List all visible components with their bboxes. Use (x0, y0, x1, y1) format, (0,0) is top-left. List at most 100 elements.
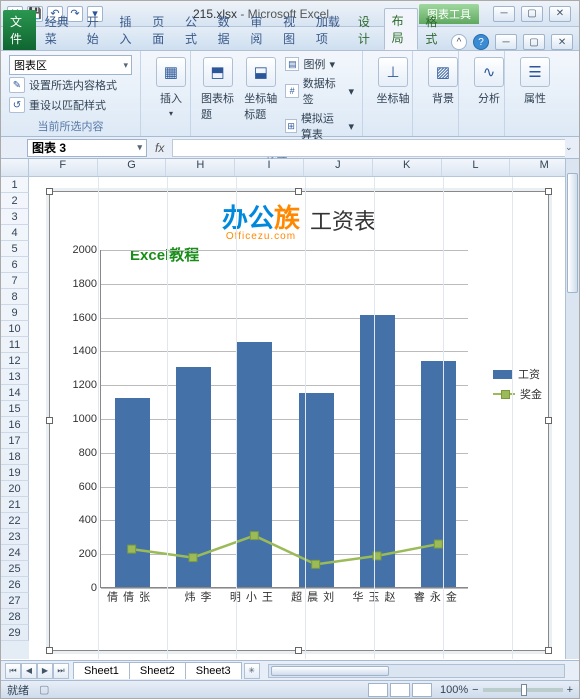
tab-data[interactable]: 数据 (211, 10, 244, 50)
tab-home[interactable]: 开始 (80, 10, 113, 50)
workbook-restore[interactable]: ▢ (523, 34, 545, 50)
row-header[interactable]: 7 (1, 273, 29, 289)
normal-view-button[interactable] (368, 683, 388, 697)
restore-button[interactable]: ▢ (521, 6, 543, 22)
chart-legend[interactable]: 工资 奖金 (493, 362, 542, 406)
horizontal-scrollbar[interactable] (268, 664, 565, 678)
row-header[interactable]: 5 (1, 241, 29, 257)
line-series[interactable] (101, 250, 469, 588)
scroll-thumb[interactable] (567, 173, 578, 293)
tab-file[interactable]: 文件 (3, 10, 36, 50)
resize-handle[interactable] (545, 188, 552, 195)
insert-button[interactable]: ▦插入▾ (149, 55, 193, 120)
chart-title[interactable]: 工资表 (310, 204, 376, 236)
zoom-out-button[interactable]: − (472, 684, 478, 696)
scroll-thumb[interactable] (271, 666, 389, 676)
close-button[interactable]: ✕ (549, 6, 571, 22)
col-header[interactable]: G (98, 159, 167, 176)
tab-layout[interactable]: 布局 (384, 8, 419, 50)
resize-handle[interactable] (295, 647, 302, 654)
row-header[interactable]: 10 (1, 321, 29, 337)
row-header[interactable]: 9 (1, 305, 29, 321)
tab-classic[interactable]: 经典菜 (38, 10, 80, 50)
tab-pagelayout[interactable]: 页面 (145, 10, 178, 50)
row-header[interactable]: 13 (1, 369, 29, 385)
row-header[interactable]: 4 (1, 225, 29, 241)
sheet-nav-last[interactable]: ⏭ (53, 663, 69, 679)
page-layout-view-button[interactable] (390, 683, 410, 697)
zoom-level[interactable]: 100% (440, 684, 468, 696)
workbook-close[interactable]: ✕ (551, 34, 573, 50)
fx-icon[interactable]: fx (155, 141, 164, 155)
resize-handle[interactable] (545, 647, 552, 654)
row-header[interactable]: 16 (1, 417, 29, 433)
row-header[interactable]: 26 (1, 577, 29, 593)
tab-insert[interactable]: 插入 (113, 10, 146, 50)
row-header[interactable]: 24 (1, 545, 29, 561)
tab-formulas[interactable]: 公式 (178, 10, 211, 50)
reset-style-button[interactable]: ↺重设以匹配样式 (9, 95, 132, 115)
axes-button[interactable]: ⊥坐标轴 (371, 55, 415, 108)
sheet-nav-first[interactable]: ⏮ (5, 663, 21, 679)
col-header[interactable]: J (304, 159, 373, 176)
col-header[interactable]: F (29, 159, 98, 176)
row-header[interactable]: 17 (1, 433, 29, 449)
row-header[interactable]: 21 (1, 497, 29, 513)
resize-handle[interactable] (545, 417, 552, 424)
formula-input[interactable] (172, 139, 565, 157)
tab-view[interactable]: 视图 (276, 10, 309, 50)
minimize-button[interactable]: ─ (493, 6, 515, 22)
row-header[interactable]: 18 (1, 449, 29, 465)
row-header[interactable]: 15 (1, 401, 29, 417)
col-header[interactable]: H (166, 159, 235, 176)
help-icon[interactable]: ? (473, 34, 489, 50)
row-header[interactable]: 22 (1, 513, 29, 529)
sheet-tab[interactable]: Sheet1 (73, 662, 130, 679)
plot-area[interactable]: 0200400600800100012001400160018002000张倩倩… (100, 250, 468, 588)
sheet-tab[interactable]: Sheet2 (129, 662, 186, 679)
axis-title-button[interactable]: ⬓坐标轴标题 (242, 55, 279, 143)
row-header[interactable]: 14 (1, 385, 29, 401)
sheet-nav-prev[interactable]: ◀ (21, 663, 37, 679)
col-header[interactable]: L (442, 159, 511, 176)
row-header[interactable]: 27 (1, 593, 29, 609)
tab-format[interactable]: 格式 (418, 10, 451, 50)
row-header[interactable]: 12 (1, 353, 29, 369)
chart-element-selector[interactable]: 图表区 (9, 55, 132, 75)
sheet-tab[interactable]: Sheet3 (185, 662, 242, 679)
row-header[interactable]: 20 (1, 481, 29, 497)
sheet-nav-next[interactable]: ▶ (37, 663, 53, 679)
resize-handle[interactable] (46, 417, 53, 424)
chart-title-button[interactable]: ⬒图表标题 (199, 55, 236, 143)
expand-formula-bar[interactable]: ⌄ (565, 142, 577, 153)
row-header[interactable]: 8 (1, 289, 29, 305)
tab-review[interactable]: 审阅 (243, 10, 276, 50)
vertical-scrollbar[interactable] (565, 159, 579, 659)
format-selection-button[interactable]: ✎设置所选内容格式 (9, 75, 132, 95)
page-break-view-button[interactable] (412, 683, 432, 697)
row-header[interactable]: 3 (1, 209, 29, 225)
row-header[interactable]: 1 (1, 177, 29, 193)
row-header[interactable]: 28 (1, 609, 29, 625)
zoom-slider[interactable] (483, 688, 563, 692)
zoom-in-button[interactable]: + (567, 684, 573, 696)
row-header[interactable]: 29 (1, 625, 29, 641)
workbook-minimize[interactable]: ─ (495, 34, 517, 50)
select-all-corner[interactable] (1, 159, 29, 176)
resize-handle[interactable] (46, 647, 53, 654)
legend-button[interactable]: ▤图例 ▾ (285, 55, 354, 73)
col-header[interactable]: I (235, 159, 304, 176)
tab-addins[interactable]: 加载项 (309, 10, 351, 50)
tab-design[interactable]: 设计 (351, 10, 384, 50)
row-header[interactable]: 25 (1, 561, 29, 577)
col-header[interactable]: K (373, 159, 442, 176)
minimize-ribbon-icon[interactable]: ^ (451, 34, 467, 50)
row-header[interactable]: 6 (1, 257, 29, 273)
row-header[interactable]: 11 (1, 337, 29, 353)
row-header[interactable]: 2 (1, 193, 29, 209)
properties-button[interactable]: ☰属性 (513, 55, 557, 108)
embedded-chart[interactable]: 办公族 Officezu.com 工资表 Excel教程 02004006008… (49, 191, 549, 651)
name-box[interactable]: 图表 3▾ (27, 139, 147, 157)
resize-handle[interactable] (46, 188, 53, 195)
row-header[interactable]: 23 (1, 529, 29, 545)
